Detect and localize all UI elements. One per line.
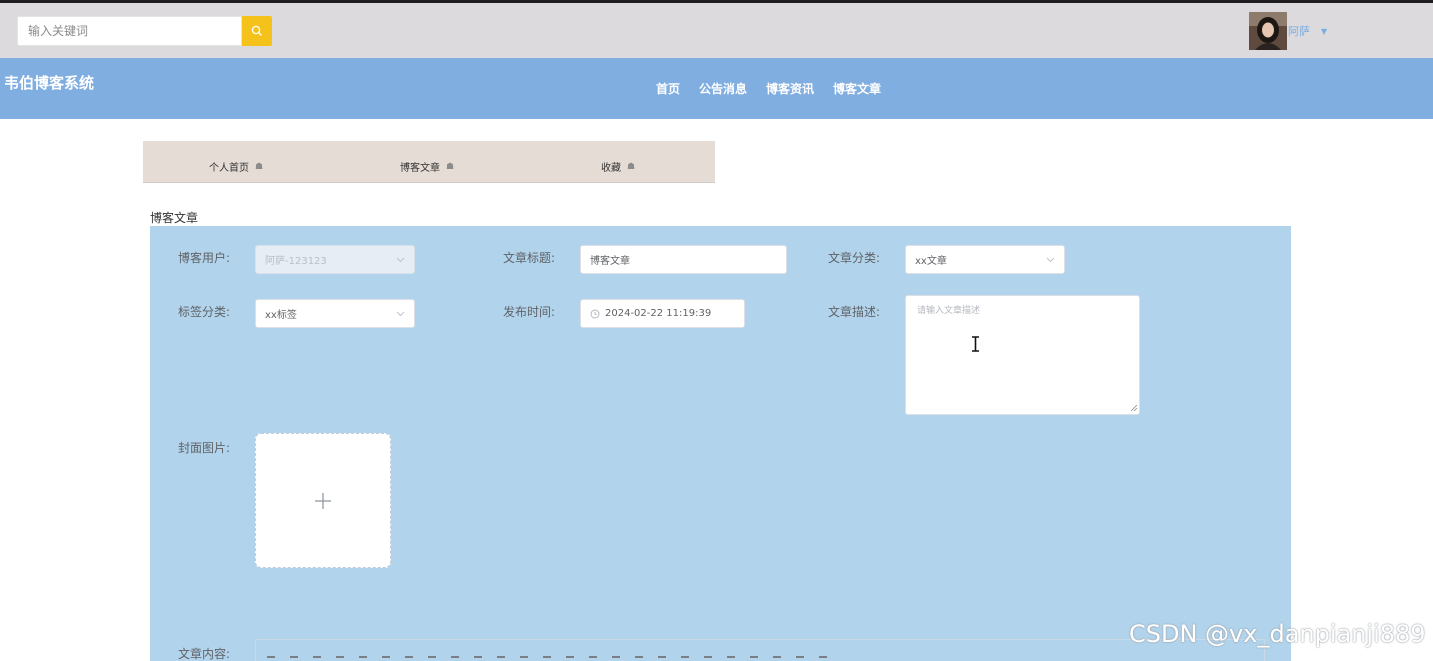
subnav-item-label: 收藏 [601,163,621,174]
cover-upload[interactable] [255,433,391,568]
plus-icon [315,492,331,509]
search-input[interactable] [17,16,242,46]
superscript-icon[interactable] [520,656,528,661]
quote-icon[interactable] [359,656,367,661]
description-label: 文章描述: [828,305,881,319]
bullet-list-icon[interactable] [474,656,482,661]
text-direction-icon[interactable] [589,656,597,661]
strikethrough-icon[interactable] [336,656,344,661]
tag-select-value: xx标签 [265,310,297,321]
category-select[interactable]: xx文章 [905,245,1065,274]
tag-label: 标签分类: [178,305,231,319]
background-icon[interactable] [681,656,689,661]
caret-down-icon[interactable]: ▼ [1321,27,1327,36]
font-icon[interactable] [704,656,712,661]
text-cursor-icon [972,336,979,352]
chevron-down-icon [396,311,405,317]
description-textarea[interactable] [905,295,1140,415]
image-icon[interactable] [796,656,804,661]
publish-time-value: 2024-02-22 11:19:39 [605,308,712,319]
title-label: 文章标题: [503,251,556,265]
clock-icon [590,309,600,318]
home-icon: ☗ [446,161,455,172]
category-select-value: xx文章 [915,256,947,267]
bold-icon[interactable] [267,656,275,661]
tag-select[interactable]: xx标签 [255,299,415,328]
resize-handle-icon[interactable] [1130,404,1138,412]
outdent-icon[interactable] [566,656,574,661]
editor-toolbar [267,656,842,661]
nav-link-blog-news[interactable]: 博客资讯 [766,80,814,97]
subnav-item-personal-home[interactable]: 个人首页 ☗ [209,159,264,175]
chevron-down-icon [1046,257,1055,263]
ordered-list-icon[interactable] [451,656,459,661]
title-input-value: 博客文章 [590,256,630,267]
header-select-icon[interactable] [635,656,643,661]
title-input[interactable]: 博客文章 [580,245,787,274]
user-select-value: 阿萨-123123 [265,256,327,267]
color-icon[interactable] [658,656,666,661]
user-label: 博客用户: [178,251,231,265]
article-form: 博客用户: 阿萨-123123 文章标题: 博客文章 文章分类: xx文章 标签… [150,226,1291,661]
cover-label: 封面图片: [178,441,231,455]
section-title: 博客文章 [150,211,199,225]
heading1-icon[interactable] [405,656,413,661]
content-label: 文章内容: [178,647,231,661]
search-button[interactable] [242,16,272,46]
nav-link-announcements[interactable]: 公告消息 [699,80,747,97]
home-icon: ☗ [627,161,636,172]
site-title[interactable]: 韦伯博客系统 [4,72,94,93]
chevron-down-icon [396,257,405,263]
search-icon [251,25,262,36]
personal-subnav: 个人首页 ☗ 博客文章 ☗ 收藏 ☗ [143,141,715,183]
italic-icon[interactable] [290,656,298,661]
publish-time-label: 发布时间: [503,305,556,319]
code-icon[interactable] [382,656,390,661]
publish-time-picker[interactable]: 2024-02-22 11:19:39 [580,299,745,328]
top-bar: 阿萨 ▼ [0,0,1433,58]
user-name[interactable]: 阿萨 [1288,23,1310,39]
category-label: 文章分类: [828,251,881,265]
underline-icon[interactable] [313,656,321,661]
user-select: 阿萨-123123 [255,245,415,274]
clean-icon[interactable] [750,656,758,661]
home-icon: ☗ [255,161,264,172]
heading2-icon[interactable] [428,656,436,661]
nav-link-blog-articles[interactable]: 博客文章 [833,80,881,97]
avatar [1249,12,1287,50]
subnav-item-blog-articles[interactable]: 博客文章 ☗ [400,159,455,175]
video-icon[interactable] [819,656,827,661]
user-menu[interactable]: 阿萨 ▼ [1249,12,1327,50]
subnav-item-label: 博客文章 [400,163,440,174]
nav-links: 首页 公告消息 博客资讯 博客文章 [656,80,900,97]
align-icon[interactable] [727,656,735,661]
link-icon[interactable] [773,656,781,661]
main-navbar: 韦伯博客系统 首页 公告消息 博客资讯 博客文章 [0,58,1433,119]
font-size-icon[interactable] [612,656,620,661]
subnav-item-label: 个人首页 [209,163,249,174]
watermark: CSDN @vx_danpianji889 [1129,620,1426,648]
indent-icon[interactable] [543,656,551,661]
subscript-icon[interactable] [497,656,505,661]
subnav-item-favorites[interactable]: 收藏 ☗ [601,159,636,175]
nav-link-home[interactable]: 首页 [656,80,680,97]
